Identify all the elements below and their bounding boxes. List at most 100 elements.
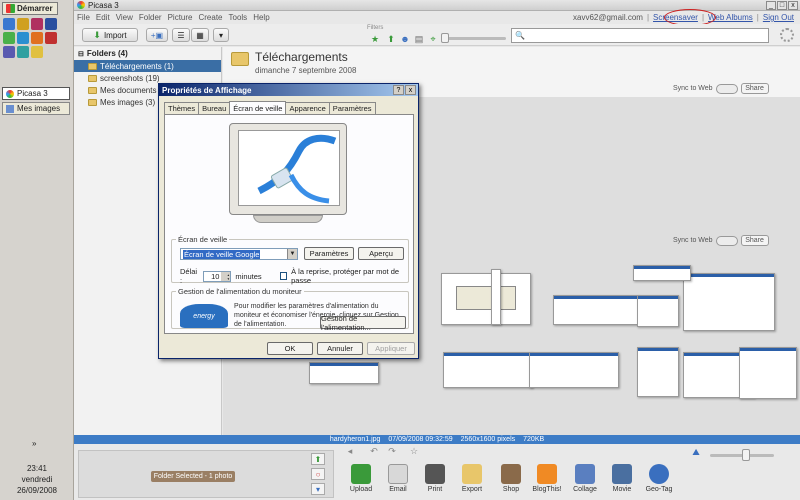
photo-thumbnail[interactable] (637, 295, 679, 327)
movie-filter-icon[interactable]: ▤ (414, 34, 424, 44)
menu-view[interactable]: View (116, 13, 133, 22)
tab-parametres[interactable]: Paramètres (328, 102, 376, 114)
rotate-right-icon[interactable]: ↷ (386, 446, 398, 456)
photo-thumbnail[interactable] (491, 269, 501, 325)
hold-icon[interactable]: ⬆ (311, 453, 325, 465)
screensaver-panel: Écran de veille Écran de veille Google ▼… (164, 114, 414, 334)
geo-filter-icon[interactable]: ⌖ (428, 34, 438, 44)
app-icon[interactable] (31, 46, 43, 58)
monitor-preview (229, 123, 347, 231)
task-mes-images[interactable]: Mes images (2, 102, 70, 115)
geotag-button[interactable]: Geo-Tag (642, 464, 676, 493)
task-picasa[interactable]: Picasa 3 (2, 87, 70, 100)
action-label: Upload (349, 486, 373, 493)
menu-file[interactable]: File (77, 13, 90, 22)
media-icon[interactable] (31, 18, 43, 30)
start-button[interactable]: Démarrer (2, 2, 58, 15)
photo-thumbnail[interactable] (529, 352, 619, 388)
settings-button[interactable]: Paramètres (304, 247, 354, 260)
app-icon[interactable] (3, 46, 15, 58)
email-button[interactable]: Email (381, 464, 415, 493)
search-input[interactable]: 🔍 (511, 28, 769, 43)
photo-thumbnail[interactable] (739, 347, 797, 399)
menu-tools[interactable]: Tools (229, 13, 248, 22)
import-button[interactable]: ⬇ Import (82, 28, 138, 42)
display-properties-dialog: Propriétés de Affichage ? x Thèmes Burea… (158, 83, 419, 359)
photo-thumbnail[interactable] (441, 273, 531, 325)
delay-spinner[interactable]: 10 (203, 270, 232, 282)
ie-icon[interactable] (3, 18, 15, 30)
folder-icon[interactable] (17, 18, 29, 30)
password-checkbox[interactable] (279, 272, 288, 280)
folder-item-telechargements[interactable]: Téléchargements (1) (74, 60, 221, 72)
filter-slider-track[interactable] (446, 37, 506, 40)
collage-button[interactable]: Collage (568, 464, 602, 493)
photo-thumbnail[interactable] (553, 295, 639, 325)
tab-themes[interactable]: Thèmes (164, 102, 200, 114)
upload-button[interactable]: Upload (344, 464, 378, 493)
tray-expand-icon[interactable]: » (32, 439, 36, 448)
tab-bureau[interactable]: Bureau (198, 102, 231, 114)
grid-view-button[interactable]: ▦ (191, 28, 209, 42)
upload-filter-icon[interactable]: ⬆ (386, 34, 396, 44)
clock[interactable]: 23:41 vendredi 26/09/2008 (0, 463, 74, 496)
share-button[interactable]: Share (740, 235, 769, 246)
zoom-icon[interactable]: ⛰ (690, 447, 702, 457)
task-label: Picasa 3 (17, 89, 48, 98)
photo-thumbnail[interactable] (637, 347, 679, 397)
word-icon[interactable] (45, 18, 57, 30)
photo-thumbnail[interactable] (309, 362, 379, 384)
app-icon[interactable] (3, 32, 15, 44)
close-button[interactable]: x (788, 1, 798, 10)
album-icon[interactable]: ▾ (311, 483, 325, 495)
folders-header[interactable]: ⊟ Folders (4) (74, 47, 221, 60)
sign-out-link[interactable]: Sign Out (763, 13, 794, 22)
selection-tray[interactable]: Folder Selected - 1 photo ⬆ ○ ▾ (78, 450, 334, 498)
rotate-left-icon[interactable]: ↶ (368, 446, 380, 456)
movie-button[interactable]: Movie (605, 464, 639, 493)
menu-edit[interactable]: Edit (96, 13, 110, 22)
help-button[interactable]: ? (393, 85, 404, 95)
photo-thumbnail[interactable] (633, 265, 691, 281)
tab-ecran-de-veille[interactable]: Écran de veille (229, 101, 287, 114)
dialog-close-button[interactable]: x (405, 85, 416, 95)
export-button[interactable]: Export (455, 464, 489, 493)
preview-button[interactable]: Aperçu (358, 247, 404, 260)
share-button[interactable]: Share (740, 83, 769, 94)
cancel-button[interactable]: Annuler (317, 342, 363, 355)
firefox-icon[interactable] (31, 32, 43, 44)
dialog-title-bar[interactable]: Propriétés de Affichage (159, 84, 418, 96)
apply-button[interactable]: Appliquer (367, 342, 415, 355)
screensaver-select[interactable]: Écran de veille Google ▼ (180, 248, 298, 260)
sync-toggle[interactable] (715, 83, 738, 94)
filter-slider-handle[interactable] (441, 33, 449, 43)
app-icon[interactable] (17, 46, 29, 58)
menu-picture[interactable]: Picture (168, 13, 193, 22)
menu-create[interactable]: Create (198, 13, 222, 22)
photo-thumbnail[interactable] (443, 352, 533, 388)
back-arrow-icon[interactable]: ◂ (344, 446, 356, 456)
folder-title[interactable]: Téléchargements (255, 50, 348, 64)
print-button[interactable]: Print (418, 464, 452, 493)
photo-thumbnail[interactable] (683, 273, 775, 331)
menu-folder[interactable]: Folder (139, 13, 162, 22)
zoom-slider-handle[interactable] (742, 449, 750, 461)
add-to-album-button[interactable]: +▣ (146, 28, 168, 42)
face-filter-icon[interactable]: ☻ (400, 34, 410, 44)
opera-icon[interactable] (45, 32, 57, 44)
blogthis-button[interactable]: BlogThis! (530, 464, 564, 493)
tab-apparence[interactable]: Apparence (285, 102, 330, 114)
power-management-button[interactable]: Gestion de l'alimentation... (320, 314, 406, 332)
desktop-icon[interactable] (17, 32, 29, 44)
sync-toggle[interactable] (715, 235, 738, 246)
shop-button[interactable]: Shop (494, 464, 528, 493)
minimize-button[interactable]: _ (766, 1, 776, 10)
list-view-button[interactable]: ☰ (172, 28, 190, 42)
view-dropdown-button[interactable]: ▾ (213, 28, 229, 42)
menu-help[interactable]: Help (253, 13, 269, 22)
clear-icon[interactable]: ○ (311, 468, 325, 480)
maximize-button[interactable]: □ (777, 1, 787, 10)
ok-button[interactable]: OK (267, 342, 313, 355)
star-filter-icon[interactable]: ★ (370, 34, 380, 44)
star-icon[interactable]: ☆ (408, 446, 420, 456)
